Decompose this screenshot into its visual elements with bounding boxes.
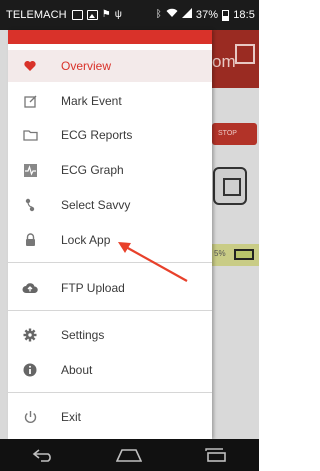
menu-item-ecg-reports[interactable]: ECG Reports (8, 119, 212, 151)
menu-item-label: Settings (61, 328, 105, 342)
menu-item-ecg-graph[interactable]: ECG Graph (8, 154, 212, 186)
background-header-text: om (212, 52, 236, 71)
clock: 18:5 (233, 9, 255, 21)
notification-icons: ⚑ ψ (71, 9, 123, 21)
menu-item-mark-event[interactable]: Mark Event (8, 85, 212, 117)
gear-icon (22, 327, 38, 343)
gallery-notification-icon (71, 10, 83, 20)
menu-item-select-savvy[interactable]: Select Savvy (8, 189, 212, 221)
home-icon (116, 449, 143, 462)
back-button[interactable] (28, 446, 58, 464)
menu-item-label: ECG Reports (61, 128, 133, 142)
menu-item-label: FTP Upload (61, 281, 125, 295)
menu-item-label: Exit (61, 410, 82, 424)
cloud-upload-icon (22, 280, 38, 296)
background-battery-icon (234, 249, 254, 260)
background-app-header: om (210, 30, 259, 88)
bluetooth-icon: ᛒ (155, 9, 162, 20)
signal-icon (181, 8, 192, 22)
background-battery-panel: 5% (212, 244, 259, 266)
folder-icon (22, 127, 38, 143)
graph-icon (22, 162, 38, 178)
system-icons: ᛒ 37% 18:5 (156, 8, 255, 22)
menu-item-label: Overview (61, 59, 112, 73)
menu-item-ftp-upload[interactable]: FTP Upload (8, 272, 212, 304)
edit-icon (22, 93, 38, 109)
recents-icon (205, 448, 226, 462)
menu-item-label: About (61, 363, 93, 377)
menu-item-label: Lock App (61, 233, 111, 247)
background-edit-icon (235, 44, 255, 64)
back-icon (32, 449, 52, 462)
drawer-header-strip (8, 30, 212, 44)
menu-divider (8, 310, 212, 311)
recents-button[interactable] (201, 446, 231, 464)
menu-item-label: Select Savvy (61, 198, 131, 212)
navigation-drawer: Overview Mark Event ECG Reports ECG Grap… (8, 30, 212, 439)
menu-item-label: ECG Graph (61, 163, 124, 177)
background-edit-button (213, 167, 247, 205)
wifi-icon (166, 8, 178, 22)
menu-item-label: Mark Event (61, 94, 122, 108)
menu-item-lock-app[interactable]: Lock App (8, 224, 212, 256)
image-notification-icon (86, 10, 98, 20)
power-icon (22, 409, 38, 425)
background-stop-button: STOP (212, 123, 257, 145)
menu-item-settings[interactable]: Settings (8, 319, 212, 351)
menu-item-overview[interactable]: Overview (8, 50, 212, 82)
background-battery-text: 5% (214, 249, 226, 258)
menu-divider (8, 392, 212, 393)
battery-icon (222, 9, 230, 21)
device-icon (22, 197, 38, 213)
menu-divider (8, 262, 212, 263)
system-navigation-bar (0, 439, 259, 471)
flag-notification-icon: ⚑ (101, 9, 111, 20)
lock-icon (22, 232, 38, 248)
heart-icon (22, 58, 38, 74)
menu-item-about[interactable]: About (8, 354, 212, 386)
info-icon (22, 362, 38, 378)
menu-item-exit[interactable]: Exit (8, 401, 212, 433)
status-bar: TELEMACH ⚑ ψ ᛒ 37% 18:5 (0, 0, 259, 30)
battery-percent: 37% (195, 9, 219, 21)
carrier-name: TELEMACH (6, 9, 67, 21)
usb-notification-icon: ψ (114, 9, 123, 20)
home-button[interactable] (114, 446, 144, 464)
